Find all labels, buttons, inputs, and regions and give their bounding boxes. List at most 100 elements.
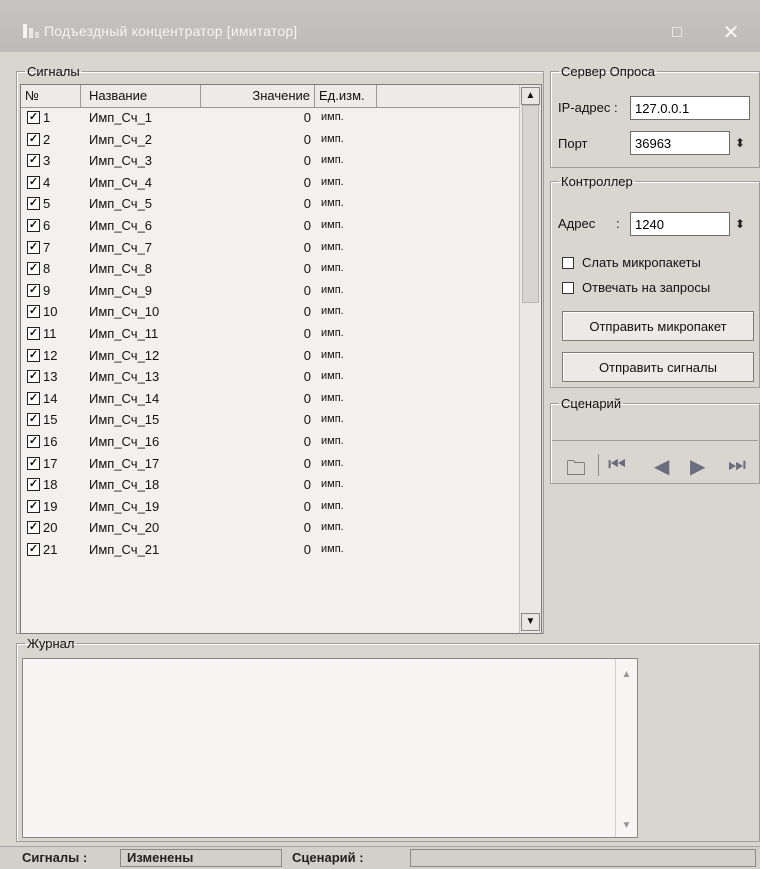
row-name: Имп_Сч_8 xyxy=(89,261,153,277)
row-checkbox[interactable]: ✓ xyxy=(27,542,40,556)
row-checkbox[interactable]: ✓ xyxy=(27,197,40,211)
send-micropacket-button[interactable]: Отправить микропакет xyxy=(562,311,754,341)
row-unit: имп. xyxy=(321,154,344,167)
table-row[interactable]: ✓ 20 Имп_Сч_20 0 имп. xyxy=(21,517,519,539)
row-unit: имп. xyxy=(321,413,344,426)
table-row[interactable]: ✓ 9 Имп_Сч_9 0 имп. xyxy=(21,280,519,302)
row-checkbox[interactable]: ✓ xyxy=(27,240,40,254)
row-name: Имп_Сч_4 xyxy=(89,174,153,190)
address-input[interactable] xyxy=(630,212,730,236)
port-spin-icon[interactable]: ⬍ xyxy=(732,132,748,154)
address-spin-icon[interactable]: ⬍ xyxy=(732,213,748,235)
row-value: 0 xyxy=(303,282,311,298)
step-forward-icon[interactable]: ▶ xyxy=(690,454,705,479)
row-unit: имп. xyxy=(321,240,344,253)
row-value: 0 xyxy=(303,433,311,449)
port-input[interactable] xyxy=(630,131,730,155)
row-unit: имп. xyxy=(321,326,344,339)
table-row[interactable]: ✓ 1 Имп_Сч_1 0 имп. xyxy=(21,107,519,129)
row-name: Имп_Сч_16 xyxy=(89,433,160,449)
row-checkbox[interactable]: ✓ xyxy=(27,154,40,168)
window-title: Подъездный концентратор [имитатор] xyxy=(44,23,298,39)
row-value: 0 xyxy=(303,174,311,190)
row-checkbox[interactable]: ✓ xyxy=(27,521,40,535)
scroll-down-icon[interactable]: ▼ xyxy=(521,613,540,631)
row-name: Имп_Сч_21 xyxy=(89,541,160,557)
row-name: Имп_Сч_14 xyxy=(89,390,160,406)
row-value: 0 xyxy=(303,541,311,557)
row-name: Имп_Сч_9 xyxy=(89,282,153,298)
row-number: 12 xyxy=(43,347,58,363)
table-row[interactable]: ✓ 8 Имп_Сч_8 0 имп. xyxy=(21,258,519,280)
table-row[interactable]: ✓ 12 Имп_Сч_12 0 имп. xyxy=(21,345,519,367)
row-checkbox[interactable]: ✓ xyxy=(27,499,40,513)
table-row[interactable]: ✓ 2 Имп_Сч_2 0 имп. xyxy=(21,129,519,151)
signals-scrollbar[interactable]: ▲ ▼ xyxy=(519,85,541,633)
skip-last-icon[interactable]: ⏭ xyxy=(728,454,746,477)
table-row[interactable]: ✓ 17 Имп_Сч_17 0 имп. xyxy=(21,453,519,475)
table-row[interactable]: ✓ 11 Имп_Сч_11 0 имп. xyxy=(21,323,519,345)
row-value: 0 xyxy=(303,498,311,514)
row-checkbox[interactable]: ✓ xyxy=(27,391,40,405)
table-row[interactable]: ✓ 4 Имп_Сч_4 0 имп. xyxy=(21,172,519,194)
column-header-name[interactable]: Название xyxy=(81,85,201,107)
step-back-icon[interactable]: ◀ xyxy=(654,454,669,479)
ip-label: IP-адрес : xyxy=(558,100,618,115)
row-checkbox[interactable]: ✓ xyxy=(27,283,40,297)
table-row[interactable]: ✓ 21 Имп_Сч_21 0 имп. xyxy=(21,539,519,561)
table-row[interactable]: ✓ 13 Имп_Сч_13 0 имп. xyxy=(21,366,519,388)
scroll-up-icon[interactable]: ▲ xyxy=(521,87,540,105)
row-checkbox[interactable]: ✓ xyxy=(27,478,40,492)
table-row[interactable]: ✓ 7 Имп_Сч_7 0 имп. xyxy=(21,237,519,259)
row-value: 0 xyxy=(303,304,311,320)
folder-open-icon[interactable]: 🗀 xyxy=(566,454,586,488)
row-number: 6 xyxy=(43,217,51,233)
table-row[interactable]: ✓ 18 Имп_Сч_18 0 имп. xyxy=(21,474,519,496)
row-number: 17 xyxy=(43,455,58,471)
row-number: 19 xyxy=(43,498,58,514)
journal-scroll-down-icon[interactable]: ▼ xyxy=(616,820,637,831)
send-micropackets-checkbox[interactable] xyxy=(562,257,574,269)
journal-textarea[interactable]: ▲ ▼ xyxy=(22,658,638,838)
row-value: 0 xyxy=(303,110,311,125)
table-row[interactable]: ✓ 3 Имп_Сч_3 0 имп. xyxy=(21,150,519,172)
row-value: 0 xyxy=(303,239,311,255)
table-row[interactable]: ✓ 6 Имп_Сч_6 0 имп. xyxy=(21,215,519,237)
table-row[interactable]: ✓ 14 Имп_Сч_14 0 имп. xyxy=(21,388,519,410)
maximize-button[interactable]: □ xyxy=(654,16,700,50)
row-name: Имп_Сч_13 xyxy=(89,369,160,385)
column-header-num[interactable]: № xyxy=(21,85,81,107)
row-checkbox[interactable]: ✓ xyxy=(27,348,40,362)
send-signals-button[interactable]: Отправить сигналы xyxy=(562,352,754,382)
journal-scroll-up-icon[interactable]: ▲ xyxy=(616,669,637,680)
close-button[interactable]: ✕ xyxy=(708,16,754,50)
table-row[interactable]: ✓ 10 Имп_Сч_10 0 имп. xyxy=(21,301,519,323)
row-checkbox[interactable]: ✓ xyxy=(27,434,40,448)
row-checkbox[interactable]: ✓ xyxy=(27,262,40,276)
ip-input[interactable] xyxy=(630,96,750,120)
row-checkbox[interactable]: ✓ xyxy=(27,413,40,427)
answer-requests-checkbox[interactable] xyxy=(562,282,574,294)
row-number: 4 xyxy=(43,174,51,190)
row-checkbox[interactable]: ✓ xyxy=(27,132,40,146)
table-row[interactable]: ✓ 19 Имп_Сч_19 0 имп. xyxy=(21,496,519,518)
row-checkbox[interactable]: ✓ xyxy=(27,370,40,384)
column-header-unit[interactable]: Ед.изм. xyxy=(315,85,377,107)
status-signals-value: Изменены xyxy=(120,849,282,867)
skip-first-icon[interactable]: ⏮ xyxy=(608,454,626,477)
row-checkbox[interactable]: ✓ xyxy=(27,175,40,189)
column-header-value[interactable]: Значение xyxy=(201,85,315,107)
row-checkbox[interactable]: ✓ xyxy=(27,305,40,319)
row-checkbox[interactable]: ✓ xyxy=(27,218,40,232)
row-value: 0 xyxy=(303,520,311,536)
table-row[interactable]: ✓ 16 Имп_Сч_16 0 имп. xyxy=(21,431,519,453)
table-row[interactable]: ✓ 5 Имп_Сч_5 0 имп. xyxy=(21,193,519,215)
table-row[interactable]: ✓ 15 Имп_Сч_15 0 имп. xyxy=(21,409,519,431)
journal-scrollbar[interactable]: ▲ ▼ xyxy=(615,659,637,837)
scroll-thumb[interactable] xyxy=(522,105,539,303)
row-checkbox[interactable]: ✓ xyxy=(27,326,40,340)
row-checkbox[interactable]: ✓ xyxy=(27,111,40,124)
row-checkbox[interactable]: ✓ xyxy=(27,456,40,470)
journal-group-title: Журнал xyxy=(27,636,75,651)
row-value: 0 xyxy=(303,153,311,169)
